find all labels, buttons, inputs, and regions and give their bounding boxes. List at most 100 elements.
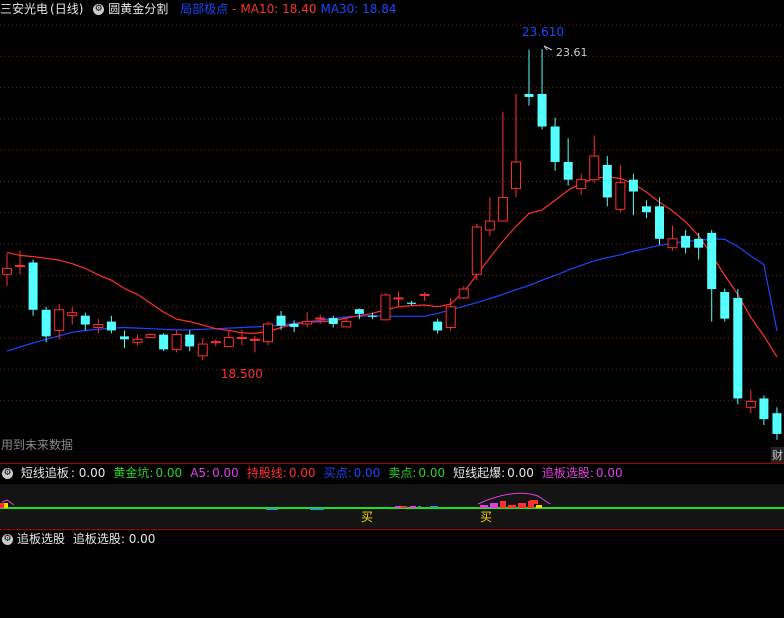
buy-mark: 买 [361,510,373,524]
candle [576,173,587,195]
candle [185,330,195,352]
period-label[interactable]: (日线) [50,2,83,16]
indicator-item: 短线起爆: 0.00 [453,466,538,480]
candle-body [484,220,495,231]
indicator-item-label: A5: [190,466,211,480]
indicator-item-value: 0.00 [507,466,534,480]
selection-title[interactable]: 追板选股 [17,532,65,546]
gear-icon[interactable]: ⚙ [2,534,13,545]
candle [145,333,156,339]
ma30-layer [6,238,778,352]
candle [471,224,482,281]
indicator-item-value: 0.00 [155,466,183,480]
indicator-item-label: 持股线: [246,466,287,480]
candle-body [67,312,78,317]
indicator-item-label: 买点: [323,466,352,480]
indicator-item-value: : 0.00 [70,466,106,480]
candle [772,407,782,440]
candle [393,292,404,307]
indicator-name[interactable]: 圆黄金分割 [108,2,168,16]
candle [667,225,678,251]
grid-lines [0,24,784,402]
indicator-item: 持股线: 0.00 [247,466,320,480]
candle [759,395,769,426]
indicator-item-value: 0.00 [418,466,446,480]
ma10-layer [6,176,778,358]
stock-title[interactable]: 三安光电 [0,2,48,16]
candle-body [615,182,626,210]
candle [615,164,626,213]
peak-label: 23.610 [522,25,564,39]
candle-body [433,321,443,331]
ma-label: 局部极点 [180,2,229,16]
candle [54,303,65,340]
indicator-bar [508,505,516,508]
candle-body [694,238,704,248]
candle [745,389,756,414]
indicator-item: 追板选股: 0.00 [542,466,627,480]
candle [80,312,90,331]
indicator-bar [500,501,506,508]
candle-body [537,93,547,127]
indicator-bar [430,506,438,508]
candle-body [41,309,51,337]
candle-body [458,288,469,299]
indicator-panel[interactable]: 买买 ⚙ 短线追板: 0.00 黄金坑: 0.00 A5: 0.00 持股线: 0.00 买点… [0,463,784,530]
candle-body [497,196,508,222]
candle-body [236,337,247,340]
candle-body [28,262,38,310]
candle [210,339,221,347]
candle-body [249,338,260,341]
ma-label: - [232,2,237,16]
finance-badge[interactable]: 财 [771,447,784,463]
candle-body [419,293,430,296]
main-chart-panel[interactable]: 23.610 23.61 18.500 三安光电 (日线) ⚙ 圆黄金分割 局部极点 - M… [0,0,784,463]
candle-body [210,341,221,344]
indicator-bar [480,505,488,508]
candle [380,293,391,321]
candle [159,333,169,352]
candle [132,334,143,346]
candle-body [106,321,116,331]
ma30-line [6,238,778,352]
gear-icon[interactable]: ⚙ [93,4,105,15]
peak-arrow [543,45,553,51]
candle-body [171,334,182,350]
candle-body [589,155,600,181]
candle [524,49,534,106]
indicator-bar [401,506,407,508]
candle [484,197,495,236]
candle-body [655,206,664,239]
ma-label: MA30: 18.84 [320,2,397,16]
candle-body [772,413,782,434]
candle-body [159,334,169,350]
selection-panel[interactable]: ⚙ 追板选股 追板选股: 0.00 [0,529,784,618]
candle [537,49,547,130]
candle [197,338,208,361]
candle-body [223,337,234,347]
candlestick-chart[interactable]: 23.610 23.61 18.500 [0,0,784,463]
candle [289,320,299,333]
candle [41,306,51,343]
main-title-bar: 三安光电 (日线) ⚙ 圆黄金分割 局部极点 - MA10: 18.40 MA30: 18… [0,0,405,18]
indicator-bar [536,505,542,508]
candle-body [641,206,651,213]
candle-body [263,323,273,343]
peak-marker: 23.61 [556,46,588,59]
indicator-item: 买点: 0.00 [324,466,385,480]
candle-body [393,297,404,300]
indicator-item-label[interactable]: 短线追板 [21,466,69,480]
indicator-item-value: 0.00 [212,466,239,480]
indicator-item: 黄金坑: 0.00 [113,466,186,480]
candle-body [471,226,482,275]
candle [419,292,430,301]
candle [433,318,443,334]
candle-body [276,315,286,326]
buy-mark: 买 [480,510,492,524]
candle-body [445,306,456,329]
candle-body [550,126,560,162]
candle [602,156,612,207]
gear-icon[interactable]: ⚙ [2,468,13,479]
candle [720,288,730,322]
indicator-item-value: 0.00 [353,466,381,480]
